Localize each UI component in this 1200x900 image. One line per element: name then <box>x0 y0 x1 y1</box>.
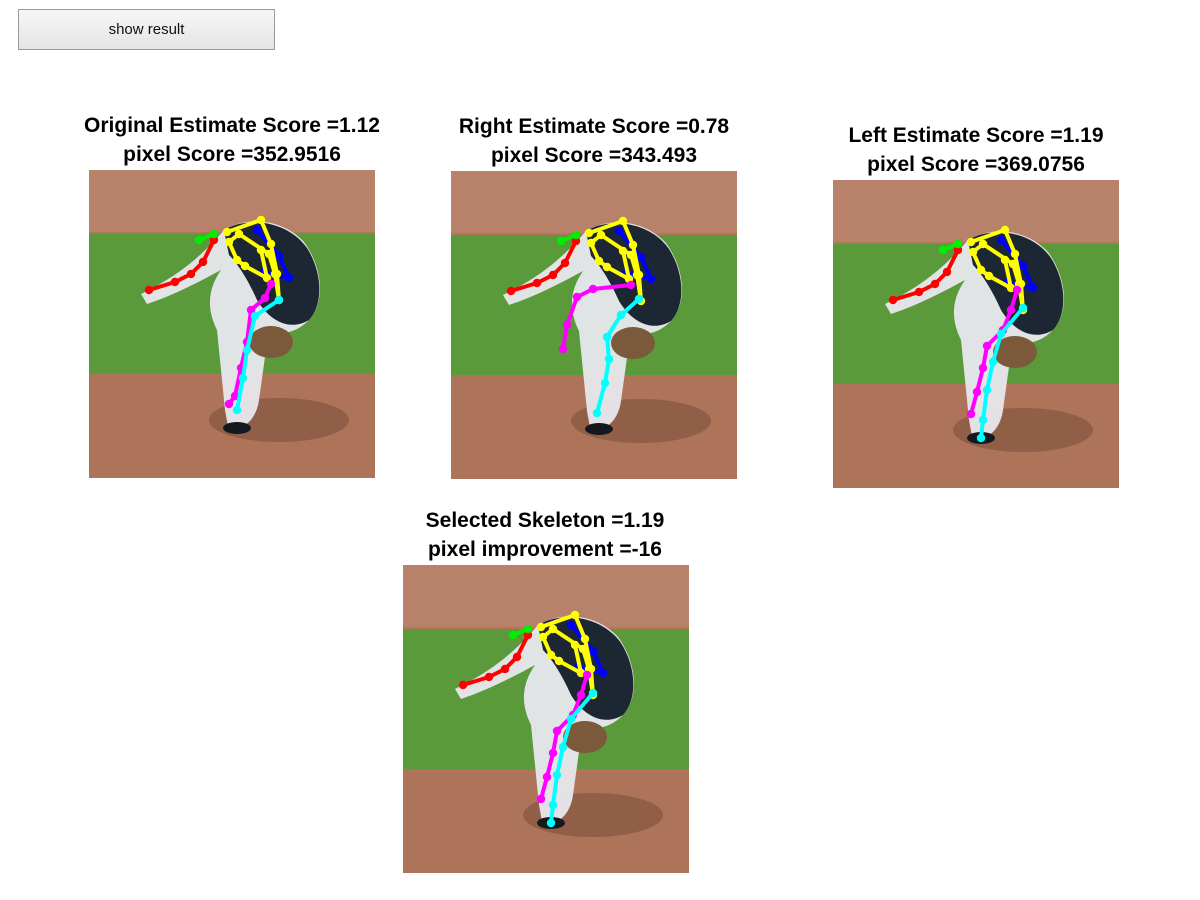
panel-title-line1: Left Estimate Score =1.19 <box>848 124 1104 147</box>
pose-image-selected <box>403 565 689 873</box>
panel-title-left: Left Estimate Score =1.19 pixel Score =3… <box>796 121 1156 179</box>
panel-title-line2: pixel Score =352.9516 <box>123 143 341 166</box>
panel-title-line2: pixel improvement =-16 <box>427 538 662 561</box>
panel-title-line1: Selected Skeleton =1.19 <box>425 509 665 532</box>
panel-title-selected: Selected Skeleton =1.19 pixel improvemen… <box>365 506 725 564</box>
panel-title-line1: Right Estimate Score =0.78 <box>458 115 730 138</box>
pose-image-right <box>451 171 737 479</box>
pose-image-left <box>833 180 1119 488</box>
panel-title-line1: Original Estimate Score =1.12 <box>84 114 380 137</box>
panel-title-right: Right Estimate Score =0.78 pixel Score =… <box>414 112 774 170</box>
panel-title-line2: pixel Score =343.493 <box>490 144 698 167</box>
panel-title-original: Original Estimate Score =1.12 pixel Scor… <box>52 111 412 169</box>
pose-image-original <box>89 170 375 478</box>
show-result-button[interactable]: show result <box>18 9 275 50</box>
panel-title-line2: pixel Score =369.0756 <box>867 153 1085 176</box>
